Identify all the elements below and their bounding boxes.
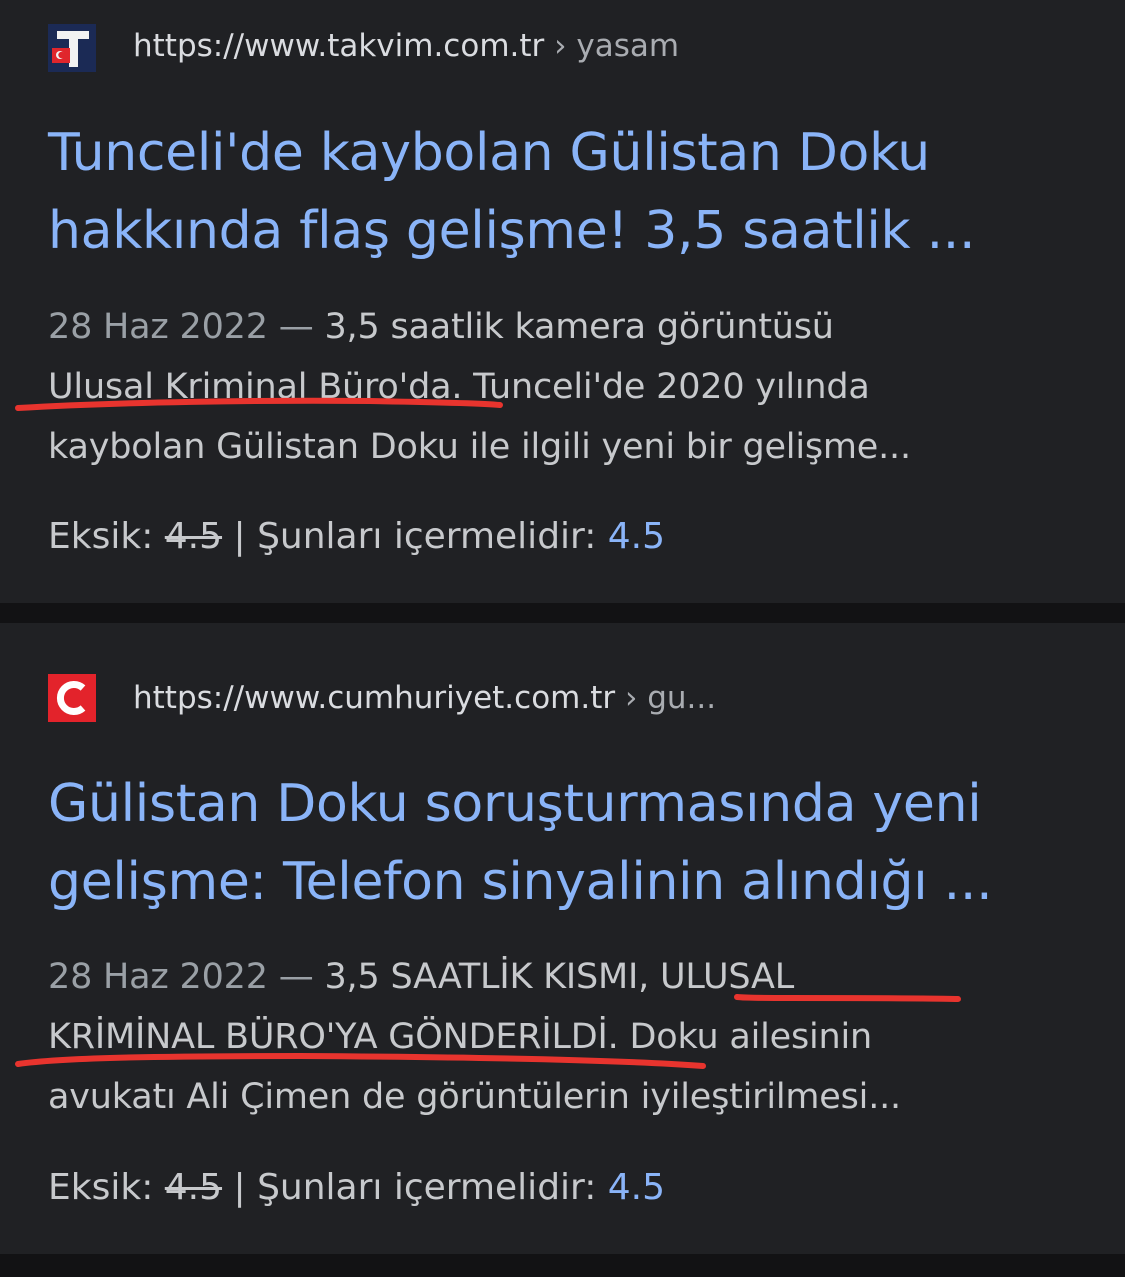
takvim-logo-icon[interactable] xyxy=(48,24,96,72)
result-title-line: hakkında flaş gelişme! 3,5 saatlik ... xyxy=(48,201,976,261)
result-title-link[interactable]: Tunceli'de kaybolan Gülistan Doku hakkın… xyxy=(48,114,1098,270)
result-date: 28 Haz 2022 — xyxy=(48,957,325,997)
result-title-line: Gülistan Doku soruşturmasında yeni xyxy=(48,774,982,834)
result-date: 28 Haz 2022 — xyxy=(48,307,325,347)
snippet-line: KRİMİNAL BÜRO'YA GÖNDERİLDİ. Doku ailesi… xyxy=(48,1017,873,1057)
missing-label: Eksik: xyxy=(48,1167,165,1208)
result-source[interactable]: https://www.takvim.com.tr › yasam xyxy=(133,22,679,70)
result-divider xyxy=(0,603,1125,623)
result-breadcrumb: › yasam xyxy=(544,28,680,64)
result-divider xyxy=(0,1254,1125,1277)
must-include-term-link[interactable]: 4.5 xyxy=(608,1167,665,1208)
result-breadcrumb: › gu... xyxy=(615,680,717,716)
snippet-line: kaybolan Gülistan Doku ile ilgili yeni b… xyxy=(48,427,911,467)
snippet-line: avukatı Ali Çimen de görüntülerin iyileş… xyxy=(48,1077,901,1117)
must-include-term-link[interactable]: 4.5 xyxy=(608,516,665,557)
missing-terms: Eksik: 4.5 | Şunları içermelidir: 4.5 xyxy=(48,512,665,562)
result-title-line: Tunceli'de kaybolan Gülistan Doku xyxy=(48,123,930,183)
result-snippet: 28 Haz 2022 — 3,5 saatlik kamera görüntü… xyxy=(48,297,1098,477)
cumhuriyet-logo-icon[interactable] xyxy=(48,674,96,722)
snippet-line: Ulusal Kriminal Büro'da. Tunceli'de 2020… xyxy=(48,367,870,407)
must-include-label: | Şunları içermelidir: xyxy=(222,1167,608,1208)
result-url: https://www.cumhuriyet.com.tr xyxy=(133,680,616,716)
missing-terms: Eksik: 4.5 | Şunları içermelidir: 4.5 xyxy=(48,1163,665,1213)
result-title-link[interactable]: Gülistan Doku soruşturmasında yeni geliş… xyxy=(48,765,1098,921)
result-title-line: gelişme: Telefon sinyalinin alındığı ... xyxy=(48,852,993,912)
result-url: https://www.takvim.com.tr xyxy=(133,28,545,64)
result-snippet: 28 Haz 2022 — 3,5 SAATLİK KISMI, ULUSAL … xyxy=(48,947,1098,1127)
must-include-label: | Şunları içermelidir: xyxy=(222,516,608,557)
snippet-line: 3,5 SAATLİK KISMI, ULUSAL xyxy=(324,957,795,997)
result-source[interactable]: https://www.cumhuriyet.com.tr › gu... xyxy=(133,674,716,722)
missing-label: Eksik: xyxy=(48,516,165,557)
search-result-cumhuriyet: https://www.cumhuriyet.com.tr › gu... Gü… xyxy=(0,623,1125,1254)
snippet-line: 3,5 saatlik kamera görüntüsü xyxy=(324,307,834,347)
missing-term-struck: 4.5 xyxy=(164,1167,223,1208)
search-result-takvim: https://www.takvim.com.tr › yasam Tuncel… xyxy=(0,0,1125,603)
missing-term-struck: 4.5 xyxy=(164,516,223,557)
